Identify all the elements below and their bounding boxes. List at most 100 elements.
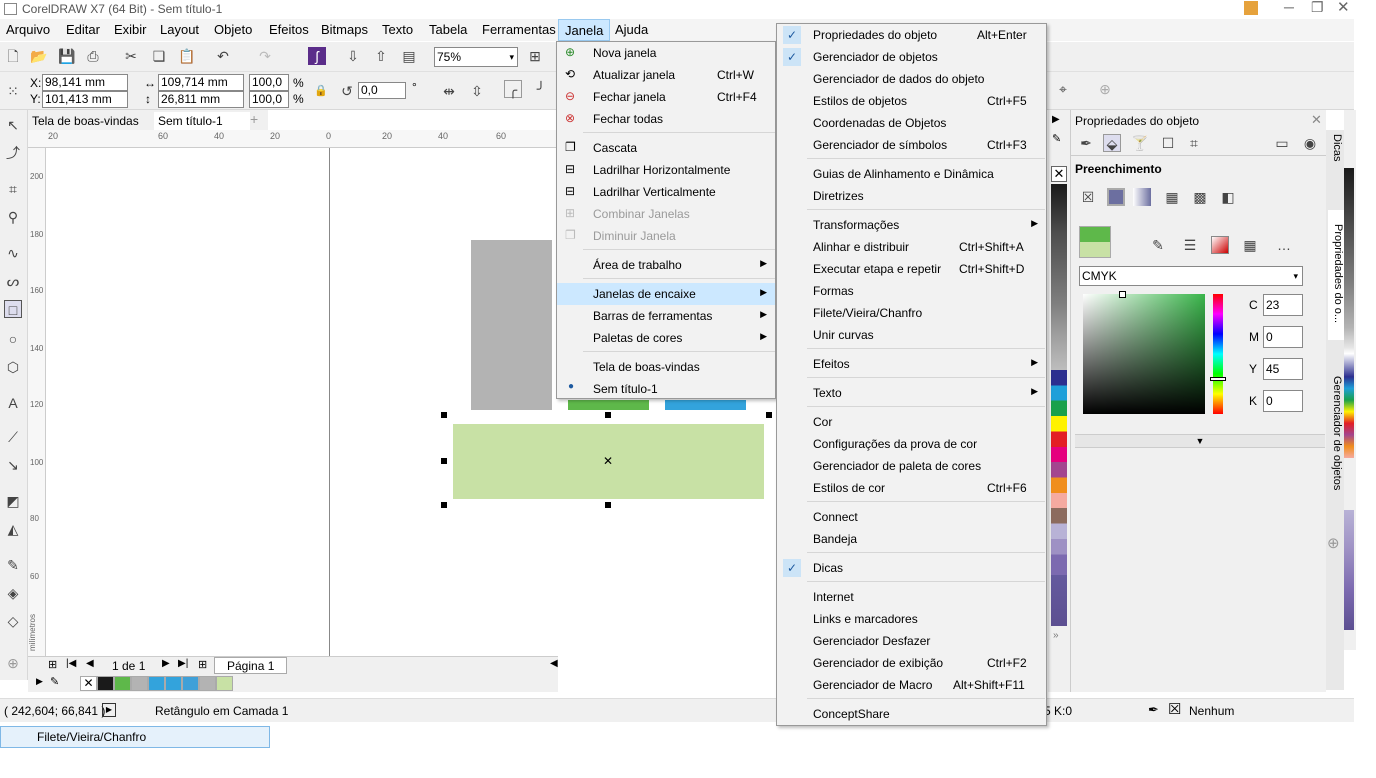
green-rectangle[interactable] [568,400,649,410]
menu-item-minimize-window[interactable]: ❐ Diminuir Janela [557,225,775,247]
mirror-h-icon[interactable]: ⇹ [440,82,458,100]
zoom-select[interactable]: 75% ▾ [434,47,518,67]
tab-object-properties[interactable]: Propriedades do o... [1328,210,1344,340]
x-position-field[interactable]: 98,141 mm [42,74,128,91]
restore-icon[interactable]: ❐ [1311,0,1324,16]
menu-item-symbol-manager[interactable]: Gerenciador de símbolos Ctrl+F3 [777,134,1046,156]
menu-item-macro-manager[interactable]: Gerenciador de Macro Alt+Shift+F11 [777,674,1046,696]
menu-item-connect[interactable]: Connect [777,506,1046,528]
grid-tab-icon[interactable]: ⌗ [1185,134,1203,152]
zoom-tool-icon[interactable]: ⚲ [4,208,22,226]
menu-item-close-all[interactable]: ⊗ Fechar todas [557,108,775,130]
crop-tool-icon[interactable]: ⌗ [4,180,22,198]
fill-eyedropper-icon[interactable]: ✎ [1149,236,1167,254]
cut-icon[interactable]: ✂ [122,47,140,65]
menu-objeto[interactable]: Objeto [214,22,252,37]
palette-eyedropper-icon[interactable]: ✎ [50,675,59,688]
selection-handle[interactable] [441,502,447,508]
yellow-field[interactable]: 45 [1263,358,1303,380]
menu-item-hints[interactable]: ✓ Dicas [777,557,1046,579]
menu-bitmaps[interactable]: Bitmaps [321,22,368,37]
menu-efeitos[interactable]: Efeitos [269,22,309,37]
color-swatches[interactable] [1051,370,1067,626]
prev-page-icon[interactable]: ◀ [86,658,94,669]
height-field[interactable]: 26,811 mm [158,91,244,108]
redo-icon[interactable]: ↷ [256,47,274,65]
color-field[interactable] [1083,294,1205,414]
color-swatch[interactable] [131,676,148,691]
menu-tabela[interactable]: Tabela [429,22,467,37]
menu-ajuda[interactable]: Ajuda [615,22,648,37]
selection-handle[interactable] [605,502,611,508]
add-tool-icon[interactable]: ⊕ [4,654,22,672]
tab-welcome[interactable]: Tela de boas-vindas [28,112,152,130]
grid-icon[interactable]: ⁙ [4,82,22,100]
color-swatches[interactable] [1344,168,1354,458]
color-swatch[interactable] [97,676,114,691]
search-content-icon[interactable]: ʃ [308,47,326,65]
tab-object-manager[interactable]: Gerenciador de objetos [1329,376,1343,490]
menu-item-tray[interactable]: Bandeja [777,528,1046,550]
publish-pdf-icon[interactable]: ▤ [400,47,418,65]
copy-icon[interactable]: ❏ [150,47,168,65]
artistic-media-icon[interactable]: ᔕ [4,272,22,290]
menu-item-combine-windows[interactable]: ⊞ Combinar Janelas [557,203,775,225]
menu-item-object-properties[interactable]: ✓ Propriedades do objeto Alt+Enter [777,24,1046,46]
menu-janela[interactable]: Janela [558,19,611,41]
no-color-swatch[interactable]: ✕ [80,676,97,691]
no-fill-icon[interactable]: ☒ [1079,188,1097,206]
menu-item-object-data-manager[interactable]: Gerenciador de dados do objeto [777,68,1046,90]
menu-item-close-window[interactable]: ⊖ Fechar janela Ctrl+F4 [557,86,775,108]
y-position-field[interactable]: 101,413 mm [42,91,128,108]
menu-item-links-bookmarks[interactable]: Links e marcadores [777,608,1046,630]
menu-item-internet[interactable]: Internet [777,586,1046,608]
width-field[interactable]: 109,714 mm [158,74,244,91]
ellipse-tool-icon[interactable]: ○ [4,330,22,348]
drawing-canvas[interactable]: ✕ [46,148,772,656]
selection-handle[interactable] [766,412,772,418]
menu-item-undo-manager[interactable]: Gerenciador Desfazer [777,630,1046,652]
menu-item-fillet-scallop-chamfer[interactable]: Filete/Vieira/Chanfro [777,302,1046,324]
palette-arrow-icon[interactable]: ▶ [1052,114,1060,125]
menu-item-transformations[interactable]: Transformações ▶ [777,214,1046,236]
open-icon[interactable]: 📂 [30,47,48,65]
gray-rectangle[interactable] [471,240,552,410]
menu-item-color[interactable]: Cor [777,411,1046,433]
black-field[interactable]: 0 [1263,390,1303,412]
pick-tool-icon[interactable]: ↖ [4,116,22,134]
connector-tool-icon[interactable]: ↘ [4,456,22,474]
selection-handle[interactable] [605,412,611,418]
menu-item-color-palettes[interactable]: Paletas de cores ▶ [557,327,775,349]
view-icon[interactable]: ◉ [1301,134,1319,152]
fill-tab-icon[interactable]: ⬙ [1103,134,1121,152]
menu-item-untitled-doc[interactable]: ● Sem título-1 [557,378,775,400]
outline-tab-icon[interactable]: ✒ [1077,134,1095,152]
scroll-palette-icon[interactable]: » [1053,630,1059,641]
magenta-field[interactable]: 0 [1263,326,1303,348]
rectangle-tool-icon[interactable]: □ [4,300,22,318]
paste-icon[interactable]: 📋 [178,47,196,65]
menu-item-guidelines[interactable]: Diretrizes [777,185,1046,207]
new-tab-icon[interactable]: + [250,111,258,127]
save-icon[interactable]: 💾 [58,47,76,65]
undo-icon[interactable]: ↶ [214,47,232,65]
add-page-end-icon[interactable]: ⊞ [198,658,207,671]
first-page-icon[interactable]: |◀ [66,658,76,669]
hue-slider[interactable] [1213,294,1223,414]
menu-item-dockers[interactable]: Janelas de encaixe ▶ [557,283,775,305]
selection-handle[interactable] [441,458,447,464]
menu-arquivo[interactable]: Arquivo [6,22,50,37]
menu-item-tile-vertical[interactable]: ⊟ Ladrilhar Verticalmente [557,181,775,203]
palette-icon[interactable]: ▦ [1241,236,1259,254]
selection-handle[interactable] [441,412,447,418]
page-tab[interactable]: Página 1 [214,657,288,674]
interactive-fill-icon[interactable]: ◈ [4,584,22,602]
drop-shadow-icon[interactable]: ◩ [4,492,22,510]
menu-item-color-proof-settings[interactable]: Configurações da prova de cor [777,433,1046,455]
menu-item-refresh-window[interactable]: ⟲ Atualizar janela Ctrl+W [557,64,775,86]
rotation-field[interactable]: 0,0 [358,82,406,99]
color-swatch[interactable] [114,676,131,691]
menu-item-object-manager[interactable]: ✓ Gerenciador de objetos [777,46,1046,68]
color-viewer-icon[interactable] [1211,236,1229,254]
menu-exibir[interactable]: Exibir [114,22,147,37]
